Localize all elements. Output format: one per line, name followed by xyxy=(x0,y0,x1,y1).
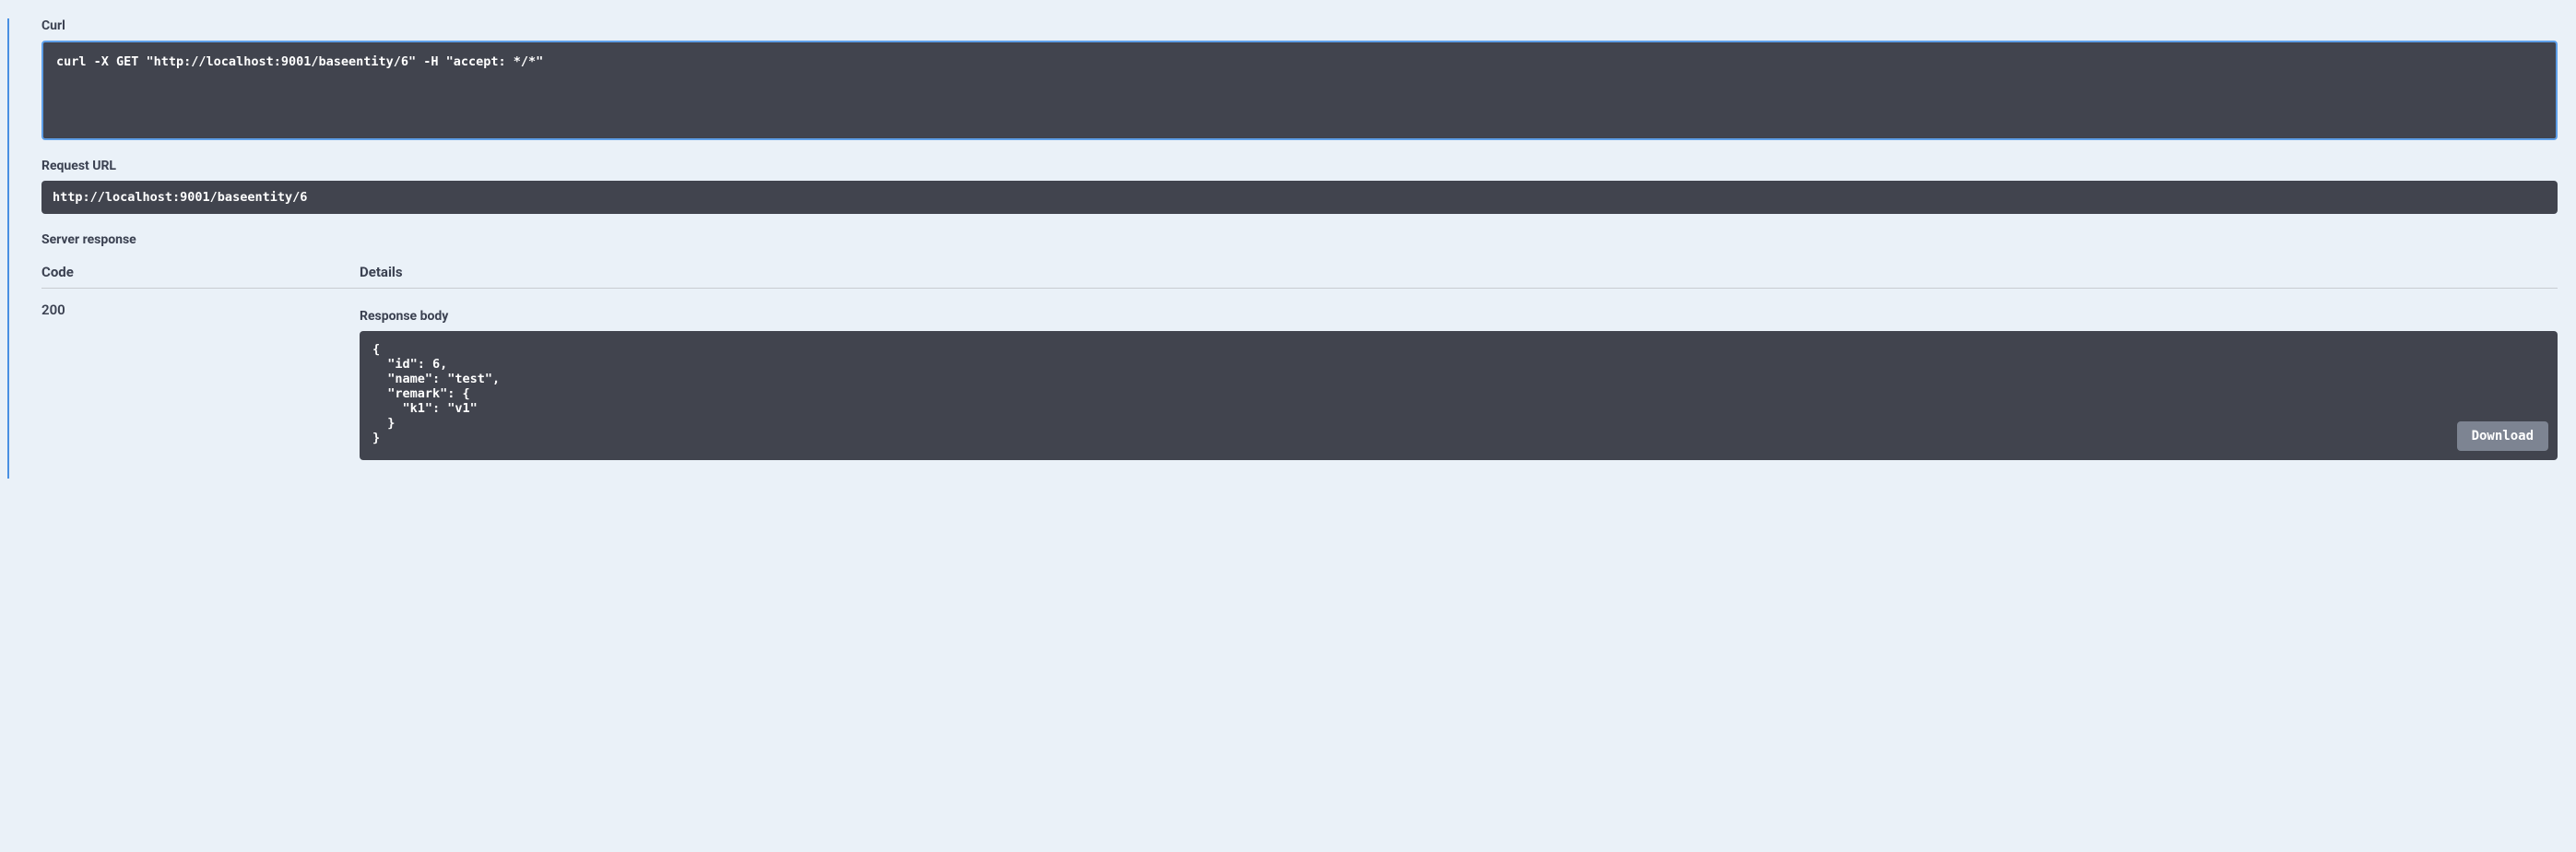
response-panel: Curl curl -X GET "http://localhost:9001/… xyxy=(7,18,2576,479)
response-body-text: { "id": 6, "name": "test", "remark": { "… xyxy=(372,342,500,445)
response-body-box[interactable]: { "id": 6, "name": "test", "remark": { "… xyxy=(360,331,2558,460)
response-code-value: 200 xyxy=(41,302,360,460)
request-url-text: http://localhost:9001/baseentity/6 xyxy=(53,190,307,205)
response-details-cell: Response body { "id": 6, "name": "test",… xyxy=(360,302,2558,460)
curl-command-text: curl -X GET "http://localhost:9001/basee… xyxy=(56,54,543,69)
request-url-box[interactable]: http://localhost:9001/baseentity/6 xyxy=(41,181,2558,214)
response-row: 200 Response body { "id": 6, "name": "te… xyxy=(41,289,2558,460)
curl-label: Curl xyxy=(41,18,2558,33)
details-column-header: Details xyxy=(360,264,2558,280)
response-body-label: Response body xyxy=(360,309,2558,324)
curl-command-box[interactable]: curl -X GET "http://localhost:9001/basee… xyxy=(41,41,2558,140)
request-url-label: Request URL xyxy=(41,159,2558,173)
download-button[interactable]: Download xyxy=(2457,421,2548,451)
response-table-header: Code Details xyxy=(41,264,2558,289)
server-response-label: Server response xyxy=(41,232,2558,247)
code-column-header: Code xyxy=(41,264,360,280)
